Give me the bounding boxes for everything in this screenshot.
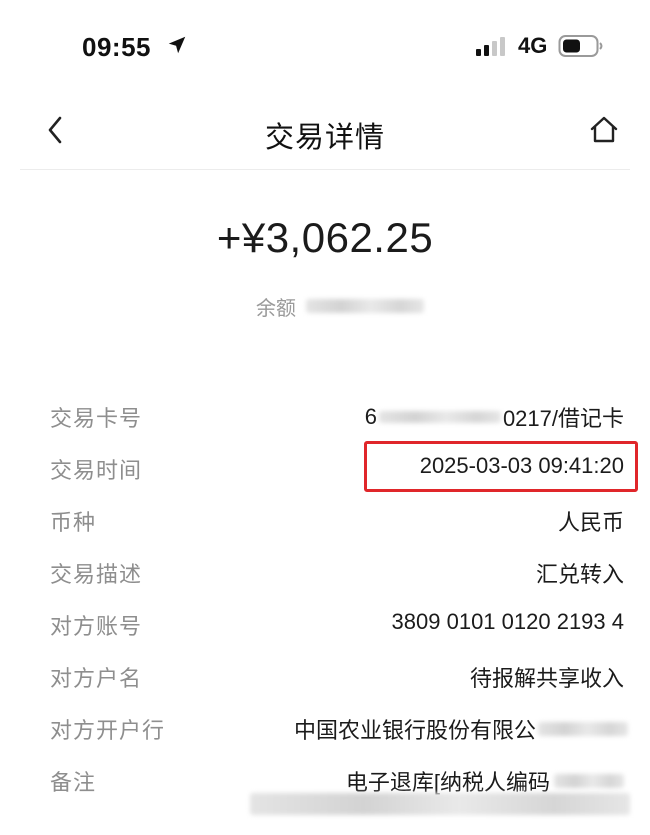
- home-icon: [590, 116, 618, 143]
- detail-label: 对方账号: [50, 614, 143, 639]
- page-title: 交易详情: [264, 122, 385, 154]
- location-arrow-icon: [168, 36, 186, 54]
- balance-redacted: [306, 299, 424, 313]
- note-continuation-redacted: [250, 793, 630, 815]
- detail-row-counterparty-name: 对方户名 待报解共享收入: [0, 655, 650, 695]
- nav-divider: [20, 169, 630, 170]
- detail-label: 对方开户行: [50, 718, 166, 743]
- description-value: 汇兑转入: [535, 562, 624, 587]
- detail-label: 交易卡号: [50, 406, 143, 431]
- detail-label: 备注: [50, 770, 97, 795]
- counterparty-bank-value: 中国农业银行股份有限公: [294, 713, 628, 745]
- time-highlight-box: [364, 441, 638, 492]
- status-time: 09:55: [82, 32, 151, 62]
- battery-icon: [558, 35, 603, 57]
- detail-row-counterparty-account: 对方账号 3809 0101 0120 2193 4: [0, 603, 650, 643]
- card-number-suffix: 0217/借记卡: [502, 406, 624, 431]
- status-bar: 09:55 4G: [0, 0, 650, 92]
- detail-row-card: 交易卡号 6 0217/借记卡: [0, 395, 650, 435]
- detail-row-description: 交易描述 汇兑转入: [0, 551, 650, 591]
- network-label: 4G: [518, 33, 548, 58]
- detail-row-currency: 币种 人民币: [0, 499, 650, 539]
- balance-row: 余额: [256, 292, 424, 320]
- detail-label: 交易描述: [50, 562, 143, 587]
- card-number-value: 6 0217/借记卡: [365, 401, 624, 433]
- counterparty-bank-redacted: [538, 722, 628, 736]
- note-redacted: [554, 774, 624, 788]
- signal-icon: [476, 37, 505, 56]
- card-number-redacted: [378, 411, 501, 423]
- card-number-prefix: 6: [364, 404, 377, 429]
- currency-value: 人民币: [557, 510, 624, 535]
- detail-label: 币种: [50, 510, 97, 535]
- counterparty-bank-text: 中国农业银行股份有限公: [293, 718, 536, 743]
- detail-row-counterparty-bank: 对方开户行 中国农业银行股份有限公: [0, 707, 650, 747]
- balance-label: 余额: [256, 297, 296, 320]
- counterparty-name-value: 待报解共享收入: [469, 666, 624, 691]
- home-button[interactable]: [586, 112, 622, 148]
- counterparty-account-value: 3809 0101 0120 2193 4: [391, 609, 624, 634]
- nav-bar: 交易详情: [0, 92, 650, 170]
- transaction-amount: +¥3,062.25: [216, 214, 434, 261]
- detail-label: 对方户名: [50, 666, 143, 691]
- detail-label: 交易时间: [50, 458, 143, 483]
